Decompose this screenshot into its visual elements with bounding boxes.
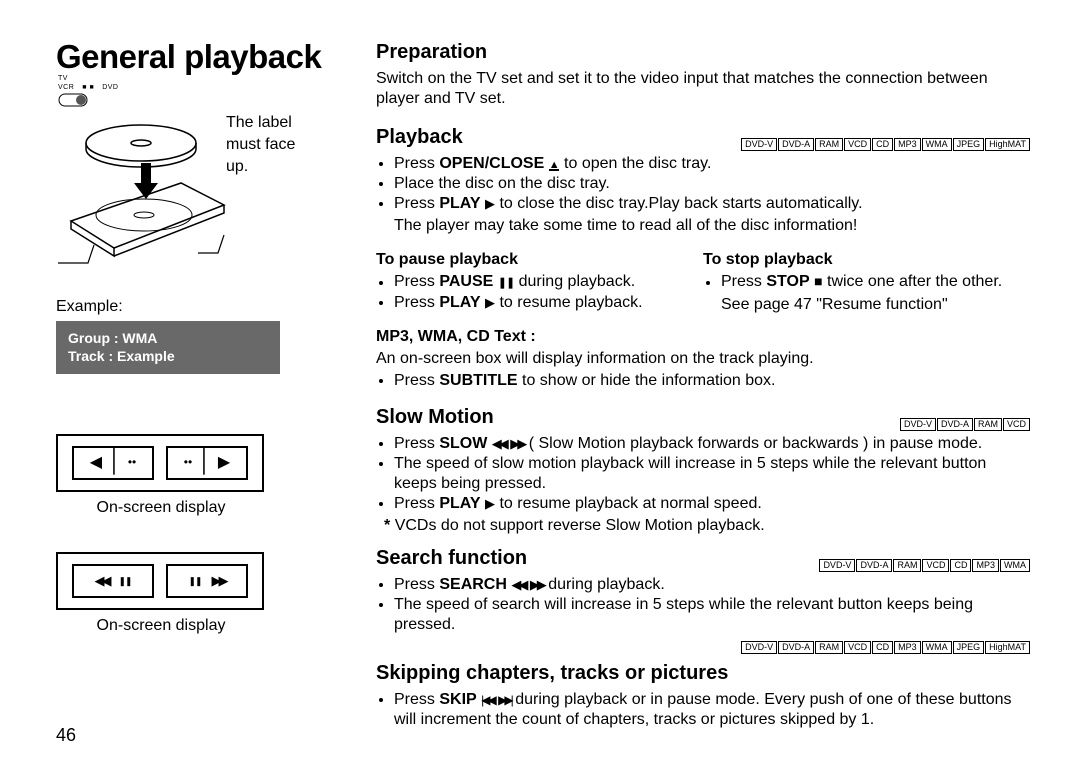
slow-formats: DVD-V DVD-A RAM VCD [900, 418, 1030, 431]
stop-subhead: To stop playback [703, 250, 1030, 270]
pause-b2: Press PLAY to resume playback. [394, 293, 703, 313]
preparation-text: Switch on the TV set and set it to the v… [376, 69, 1030, 109]
label-up-2: must face [226, 135, 295, 155]
heading-search: Search function [376, 546, 527, 571]
playback-b1: Press OPEN/CLOSE to open the disc tray. [394, 154, 1030, 174]
play-icon [485, 293, 495, 313]
mp3-text: An on-screen box will display informatio… [376, 349, 1030, 369]
device-mode-icon: TV VCR ■ ■ DVD [58, 75, 356, 107]
osd-caption-2: On-screen display [56, 616, 266, 636]
device-dvd-label: DVD [102, 84, 118, 93]
heading-playback: Playback [376, 125, 463, 150]
pause-b1: Press PAUSE during playback. [394, 272, 703, 292]
osd-search-fwd-icon [166, 564, 248, 598]
stop-icon [814, 272, 822, 292]
left-column: General playback TV VCR ■ ■ DVD [56, 40, 356, 764]
info-box-group: Group : WMA [68, 329, 268, 348]
page-title: General playback [56, 40, 356, 73]
page-number: 46 [56, 724, 76, 747]
skip-b1: Press SKIP during playback or in pause m… [394, 690, 1030, 730]
device-tv-label: TV [58, 75, 68, 82]
example-label: Example: [56, 297, 356, 317]
label-up-1: The label [226, 113, 295, 133]
ffwd-icon [530, 576, 544, 593]
device-switch-icon [58, 93, 88, 107]
playback-b3: Press PLAY to close the disc tray.Play b… [394, 194, 1030, 214]
osd-slow-back-icon: │ [72, 446, 154, 480]
slow-b2: The speed of slow motion playback will i… [394, 454, 1030, 494]
pause-icon [498, 272, 514, 292]
playback-note: The player may take some time to read al… [376, 216, 1030, 236]
search-b2: The speed of search will increase in 5 s… [394, 595, 1030, 635]
info-box-track: Track : Example [68, 347, 268, 366]
playback-formats: DVD-V DVD-A RAM VCD CD MP3 WMA JPEG High… [741, 138, 1030, 151]
slow-star: * VCDs do not support reverse Slow Motio… [376, 516, 1030, 536]
pause-subhead: To pause playback [376, 250, 703, 270]
disc-tray-illustration [56, 113, 226, 283]
skip-formats: DVD-V DVD-A RAM VCD CD MP3 WMA JPEG High… [741, 641, 1030, 654]
slow-b3: Press PLAY to resume playback at normal … [394, 494, 1030, 514]
ffwd-icon [510, 435, 524, 452]
mp3-subhead: MP3, WMA, CD Text : [376, 327, 1030, 347]
search-formats: DVD-V DVD-A RAM VCD CD MP3 WMA [819, 559, 1030, 572]
right-column: Preparation Switch on the TV set and set… [356, 40, 1030, 764]
skip-prev-icon [481, 690, 494, 710]
stop-b2: See page 47 "Resume function" [703, 295, 1030, 315]
rewind-icon [511, 576, 525, 593]
heading-preparation: Preparation [376, 40, 1030, 65]
mp3-b1: Press SUBTITLE to show or hide the infor… [394, 371, 1030, 391]
eject-icon [549, 154, 560, 174]
skip-next-icon [498, 690, 511, 710]
label-up-3: up. [226, 157, 295, 177]
search-b1: Press SEARCH during playback. [394, 575, 1030, 595]
osd-slow-fwd-icon: │ [166, 446, 248, 480]
stop-b1: Press STOP twice one after the other. [721, 272, 1030, 292]
slow-b1: Press SLOW ( Slow Motion playback forwar… [394, 434, 1030, 454]
heading-skipping: Skipping chapters, tracks or pictures [376, 661, 1030, 686]
rewind-icon [492, 435, 506, 452]
play-icon [485, 494, 495, 514]
osd-slow-box: │ │ [56, 434, 264, 492]
osd-caption-1: On-screen display [56, 498, 266, 518]
playback-b2: Place the disc on the disc tray. [394, 174, 1030, 194]
osd-search-back-icon [72, 564, 154, 598]
device-vcr-label: VCR [58, 84, 74, 93]
example-info-box: Group : WMA Track : Example [56, 321, 280, 375]
heading-slow: Slow Motion [376, 405, 494, 430]
play-icon [485, 194, 495, 214]
osd-search-box [56, 552, 264, 610]
